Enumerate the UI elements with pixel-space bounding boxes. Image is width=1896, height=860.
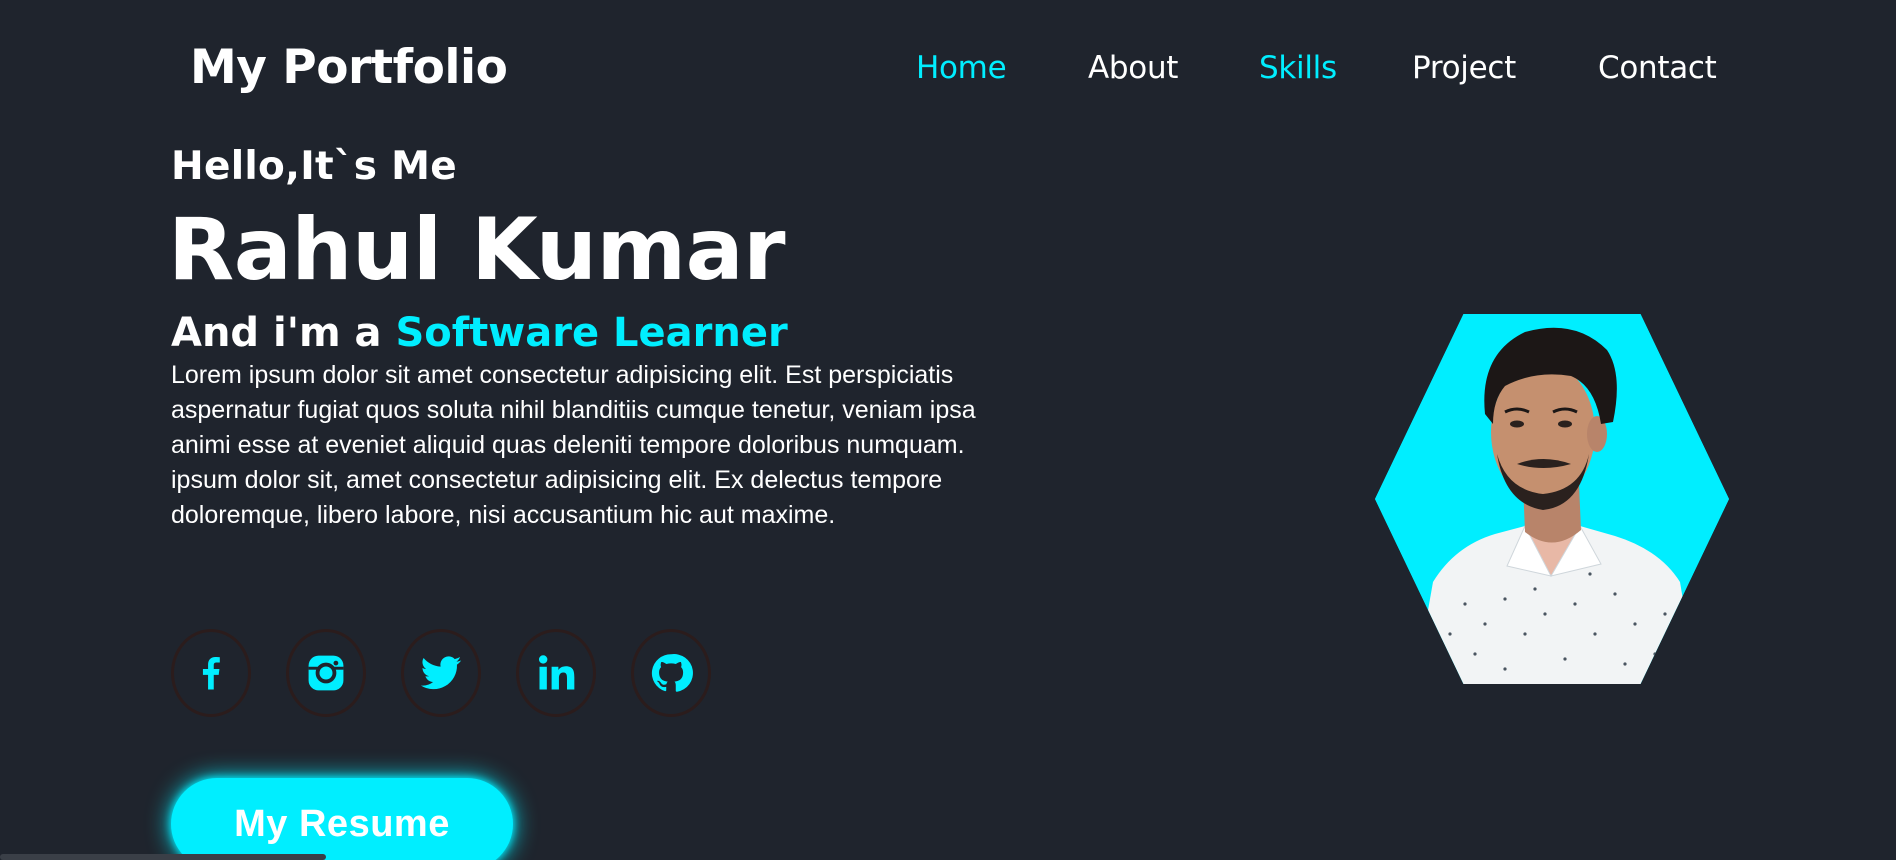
portfolio-page: My Portfolio Home About Skills Project C… [0, 0, 1896, 860]
twitter-icon [420, 656, 462, 690]
nav-home[interactable]: Home [916, 47, 1007, 89]
linkedin-link[interactable] [516, 629, 596, 717]
nav-project[interactable]: Project [1412, 47, 1516, 89]
hero-name: Rahul Kumar [168, 200, 786, 300]
site-header: My Portfolio Home About Skills Project C… [0, 0, 1896, 140]
profile-photo [1375, 314, 1729, 684]
facebook-icon [202, 657, 220, 690]
twitter-link[interactable] [401, 629, 481, 717]
role-highlight: Software Learner [395, 310, 788, 356]
nav-contact[interactable]: Contact [1598, 47, 1717, 89]
role-prefix: And i'm a [171, 310, 396, 356]
hero-greeting: Hello,It`s Me [171, 144, 458, 189]
resume-button[interactable]: My Resume [171, 778, 513, 860]
facebook-link[interactable] [171, 629, 251, 717]
main-nav: Home About Skills Project Contact [0, 47, 1896, 91]
github-link[interactable] [631, 629, 711, 717]
linkedin-icon [538, 655, 575, 690]
github-icon [651, 654, 693, 692]
hero-role: And i'm a Software Learner [171, 307, 788, 359]
profile-portrait-image [1375, 314, 1729, 684]
nav-skills[interactable]: Skills [1259, 47, 1337, 89]
nav-about[interactable]: About [1088, 47, 1178, 89]
hero-description: Lorem ipsum dolor sit amet consectetur a… [171, 361, 976, 529]
instagram-icon [308, 655, 344, 691]
horizontal-scrollbar[interactable] [0, 854, 326, 860]
instagram-link[interactable] [286, 629, 366, 717]
